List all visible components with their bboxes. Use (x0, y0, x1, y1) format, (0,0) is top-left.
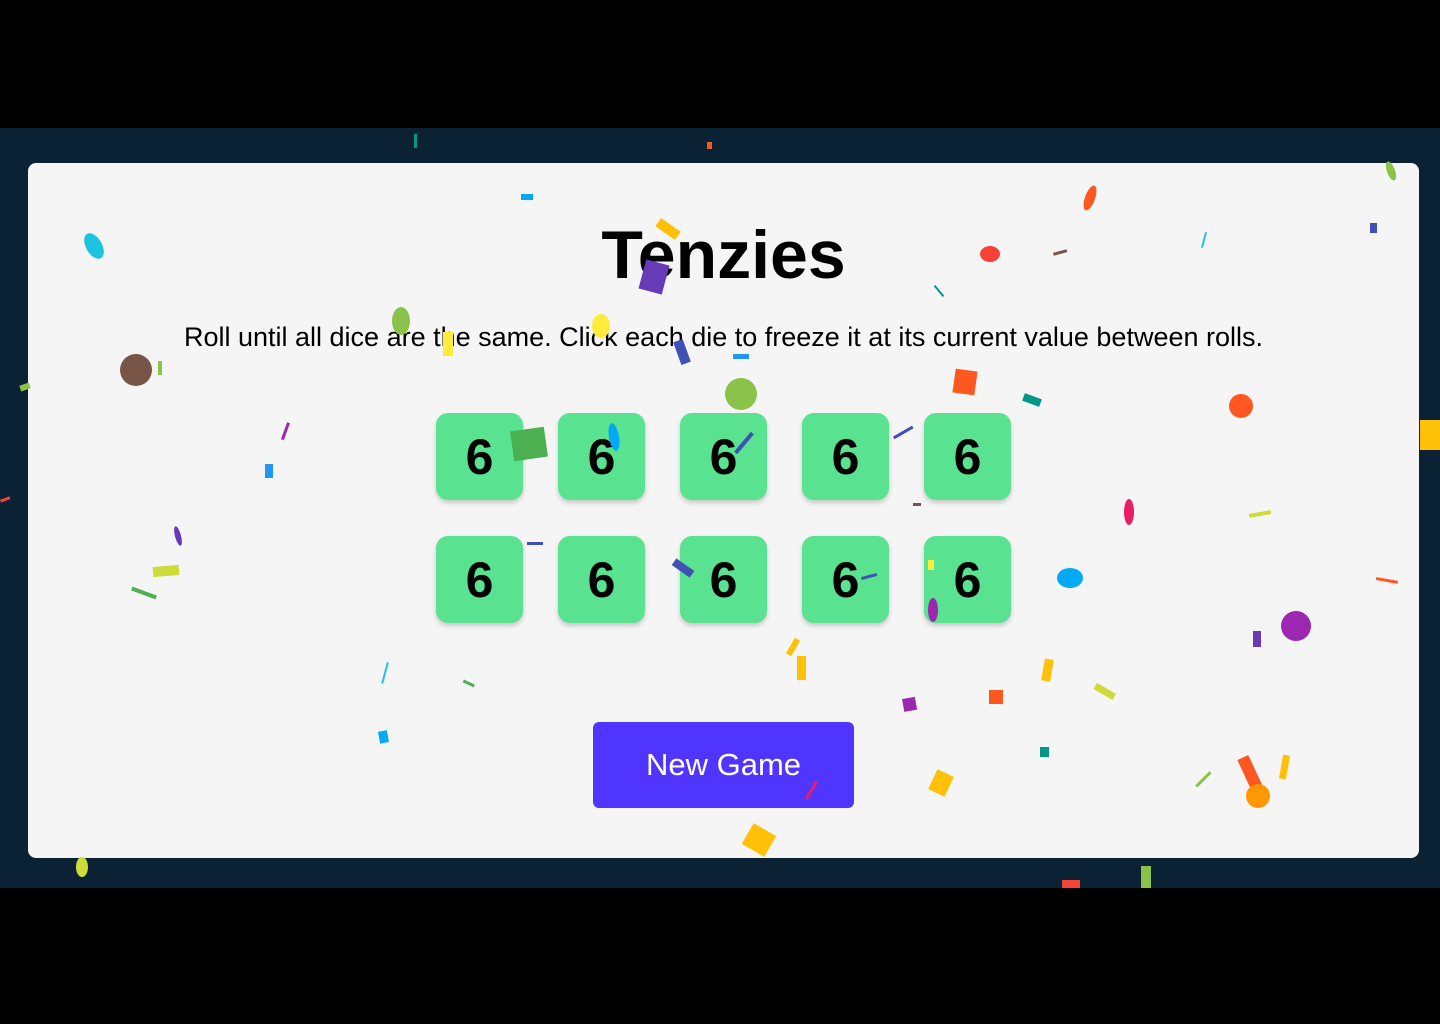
game-instructions: Roll until all dice are the same. Click … (183, 322, 1263, 352)
die-7[interactable]: 6 (558, 536, 645, 623)
die-5[interactable]: 6 (924, 413, 1011, 500)
die-9[interactable]: 6 (802, 536, 889, 623)
die-10[interactable]: 6 (924, 536, 1011, 623)
die-6[interactable]: 6 (436, 536, 523, 623)
dice-grid: 6 6 6 6 6 6 6 6 6 6 (436, 413, 1012, 623)
die-2[interactable]: 6 (558, 413, 645, 500)
confetti-piece (0, 496, 11, 503)
confetti-piece (707, 142, 712, 149)
confetti-piece (414, 134, 417, 148)
die-4[interactable]: 6 (802, 413, 889, 500)
game-viewport: Tenzies Roll until all dice are the same… (0, 128, 1440, 888)
confetti-piece (1141, 866, 1151, 888)
game-title: Tenzies (601, 217, 846, 293)
confetti-piece (1420, 420, 1440, 450)
die-8[interactable]: 6 (680, 536, 767, 623)
game-board: Tenzies Roll until all dice are the same… (28, 163, 1419, 858)
new-game-button[interactable]: New Game (593, 722, 854, 808)
die-3[interactable]: 6 (680, 413, 767, 500)
die-1[interactable]: 6 (436, 413, 523, 500)
confetti-piece (1062, 880, 1080, 888)
confetti-piece (76, 857, 88, 877)
